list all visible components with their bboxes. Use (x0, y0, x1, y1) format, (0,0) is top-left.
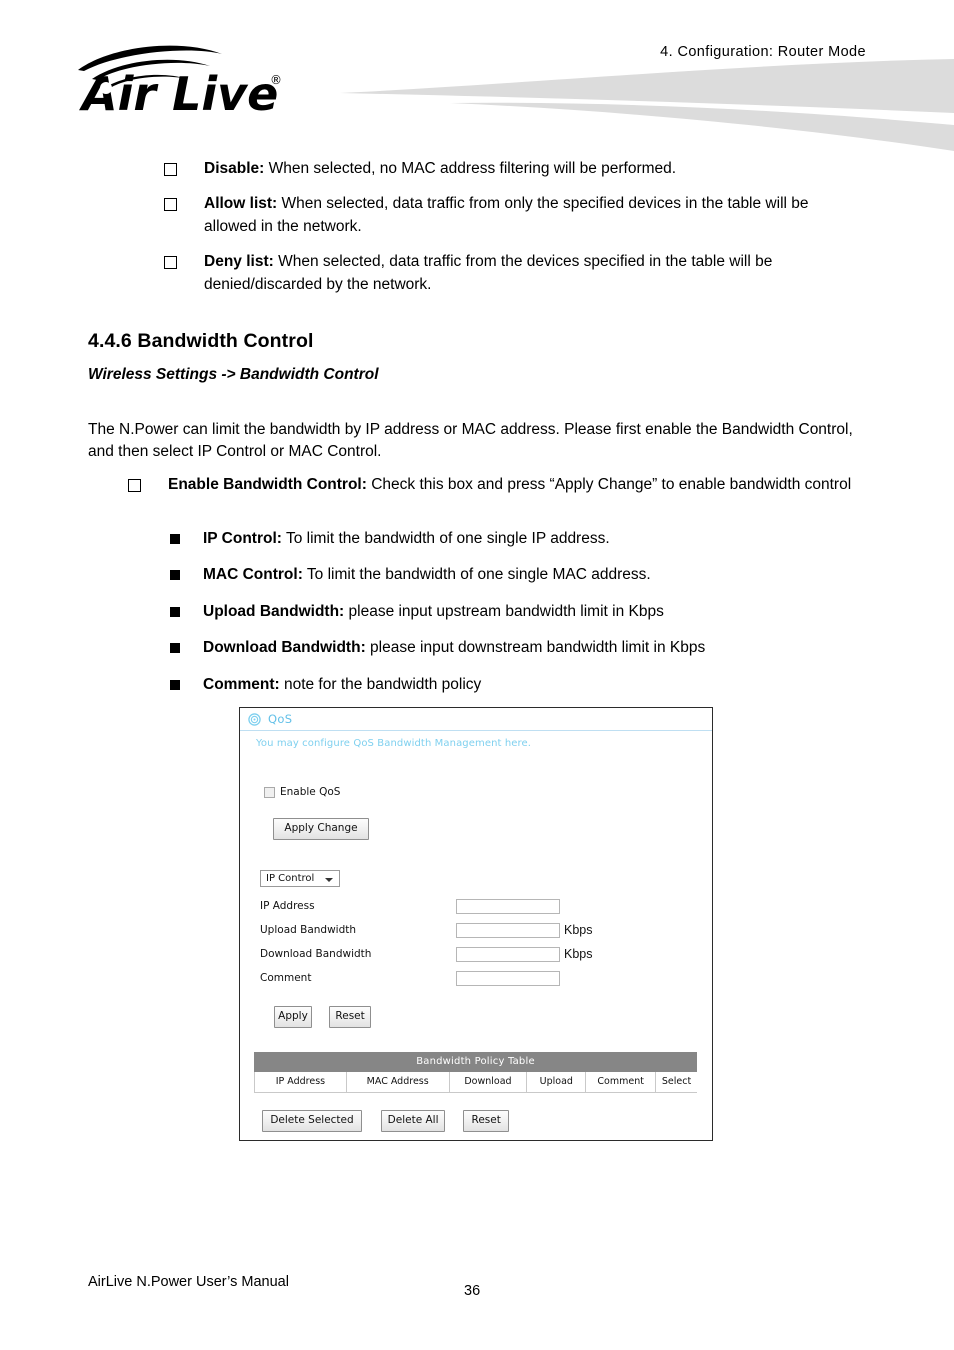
hollow-square-bullet-icon (164, 198, 177, 212)
solid-square-bullet-icon (170, 570, 180, 581)
apply-reset-button-row: Apply Reset (274, 1004, 372, 1028)
column-header-ip-address: IP Address (255, 1072, 347, 1092)
list-item: Enable Bandwidth Control: Check this box… (128, 474, 858, 496)
list-item-term: Enable Bandwidth Control: (168, 476, 367, 493)
column-header-mac-address: MAC Address (347, 1072, 450, 1092)
list-item: Upload Bandwidth: please input upstream … (170, 601, 870, 623)
section-subheading-breadcrumb: Wireless Settings -> Bandwidth Control (88, 366, 379, 383)
bandwidth-field-bullet-list: IP Control: To limit the bandwidth of on… (170, 528, 870, 710)
solid-square-bullet-icon (170, 606, 180, 617)
list-item-term: Upload Bandwidth: (203, 602, 345, 620)
mac-filter-bullet-list: Disable: When selected, no MAC address f… (164, 158, 864, 309)
column-header-download: Download (450, 1072, 528, 1092)
airlive-logo: Air Live ® (78, 45, 282, 115)
upload-bandwidth-unit: Kbps (564, 923, 593, 937)
list-item: MAC Control: To limit the bandwidth of o… (170, 564, 870, 586)
list-item: Comment: note for the bandwidth policy (170, 674, 870, 696)
field-label: Comment (260, 972, 312, 984)
qos-panel-titlebar: QoS (240, 708, 712, 731)
list-item-text: When selected, data traffic from only th… (204, 195, 809, 235)
download-bandwidth-unit: Kbps (564, 947, 593, 961)
list-item-text: When selected, data traffic from the dev… (204, 253, 773, 293)
enable-qos-label: Enable QoS (280, 786, 341, 798)
comment-input[interactable] (456, 970, 560, 986)
download-bandwidth-input[interactable] (456, 946, 560, 962)
list-item-text: please input downstream bandwidth limit … (365, 639, 706, 657)
list-item-term: Disable: (204, 160, 265, 177)
intro-paragraph: The N.Power can limit the bandwidth by I… (88, 421, 853, 460)
qos-configuration-screenshot: QoS You may configure QoS Bandwidth Mana… (239, 707, 713, 1141)
list-item-term: Deny list: (204, 253, 274, 271)
control-type-select[interactable]: IP Control (260, 870, 340, 887)
bandwidth-policy-table-title: Bandwidth Policy Table (254, 1052, 697, 1072)
chevron-down-icon (325, 878, 333, 882)
footer-page-number: 36 (464, 1283, 481, 1299)
table-action-button-row: Delete Selected Delete All Reset (262, 1108, 510, 1132)
solid-square-bullet-icon (170, 534, 180, 544)
field-row-comment: Comment (260, 966, 700, 990)
field-label: Upload Bandwidth (260, 924, 357, 936)
field-row-ip-address: IP Address (260, 894, 700, 918)
list-item-term: Download Bandwidth: (203, 639, 366, 657)
qos-panel-description: You may configure QoS Bandwidth Manageme… (256, 738, 532, 749)
hollow-square-bullet-icon (128, 479, 141, 492)
section-heading: 4.4.6 Bandwidth Control (88, 330, 314, 352)
footer-manual-title: AirLive N.Power User’s Manual (88, 1274, 289, 1290)
enable-bandwidth-control-bullet: Enable Bandwidth Control: Check this box… (128, 474, 858, 509)
hollow-square-bullet-icon (164, 256, 177, 270)
list-item-text: Check this box and press “Apply Change” … (366, 476, 852, 493)
page-header: 4. Configuration: Router Mode Air Live ® (0, 0, 954, 160)
list-item-term: IP Control: (203, 530, 282, 547)
ip-address-input[interactable] (456, 898, 560, 914)
upload-bandwidth-input[interactable] (456, 922, 560, 938)
header-swoosh-decoration (340, 59, 954, 151)
list-item-text: To limit the bandwidth of one single IP … (281, 530, 610, 547)
reset-table-button[interactable]: Reset (463, 1110, 510, 1132)
list-item-term: MAC Control: (203, 566, 303, 584)
solid-square-bullet-icon (170, 643, 180, 654)
bandwidth-policy-table-header-row: IP Address MAC Address Download Upload C… (254, 1072, 697, 1093)
list-item: IP Control: To limit the bandwidth of on… (170, 528, 870, 550)
enable-qos-checkbox[interactable] (264, 786, 275, 798)
delete-selected-button[interactable]: Delete Selected (262, 1110, 362, 1132)
apply-button[interactable]: Apply (274, 1006, 312, 1028)
column-header-upload: Upload (527, 1072, 587, 1092)
qos-field-rows: IP Address Upload Bandwidth Kbps Downloa… (260, 894, 700, 990)
list-item: Download Bandwidth: please input downstr… (170, 637, 870, 659)
field-label: IP Address (260, 900, 315, 912)
solid-square-bullet-icon (170, 679, 180, 690)
list-item-text: To limit the bandwidth of one single MAC… (302, 566, 651, 584)
list-item: Deny list: When selected, data traffic f… (164, 251, 864, 296)
qos-panel-title: QoS (268, 712, 293, 726)
logo-registered-mark: ® (270, 73, 282, 87)
bandwidth-policy-table: Bandwidth Policy Table IP Address MAC Ad… (254, 1052, 697, 1093)
column-header-comment: Comment (586, 1072, 657, 1092)
column-header-select: Select (661, 1076, 692, 1087)
hollow-square-bullet-icon (164, 163, 177, 176)
list-item: Disable: When selected, no MAC address f… (164, 158, 864, 180)
reset-button[interactable]: Reset (329, 1006, 372, 1028)
list-item-text: please input upstream bandwidth limit in… (344, 602, 664, 620)
list-item-term: Allow list: (204, 195, 278, 213)
field-label: Download Bandwidth (260, 948, 372, 960)
list-item-text: note for the bandwidth policy (279, 675, 482, 693)
list-item-term: Comment: (203, 675, 280, 693)
target-circle-icon (248, 712, 261, 726)
control-type-select-value: IP Control (266, 873, 315, 884)
delete-all-button[interactable]: Delete All (381, 1110, 446, 1132)
field-row-upload-bandwidth: Upload Bandwidth Kbps (260, 918, 700, 942)
enable-qos-checkbox-row[interactable]: Enable QoS (264, 786, 340, 798)
list-item-text: When selected, no MAC address filtering … (264, 160, 677, 177)
field-row-download-bandwidth: Download Bandwidth Kbps (260, 942, 700, 966)
apply-change-button[interactable]: Apply Change (273, 818, 369, 840)
list-item: Allow list: When selected, data traffic … (164, 193, 864, 238)
